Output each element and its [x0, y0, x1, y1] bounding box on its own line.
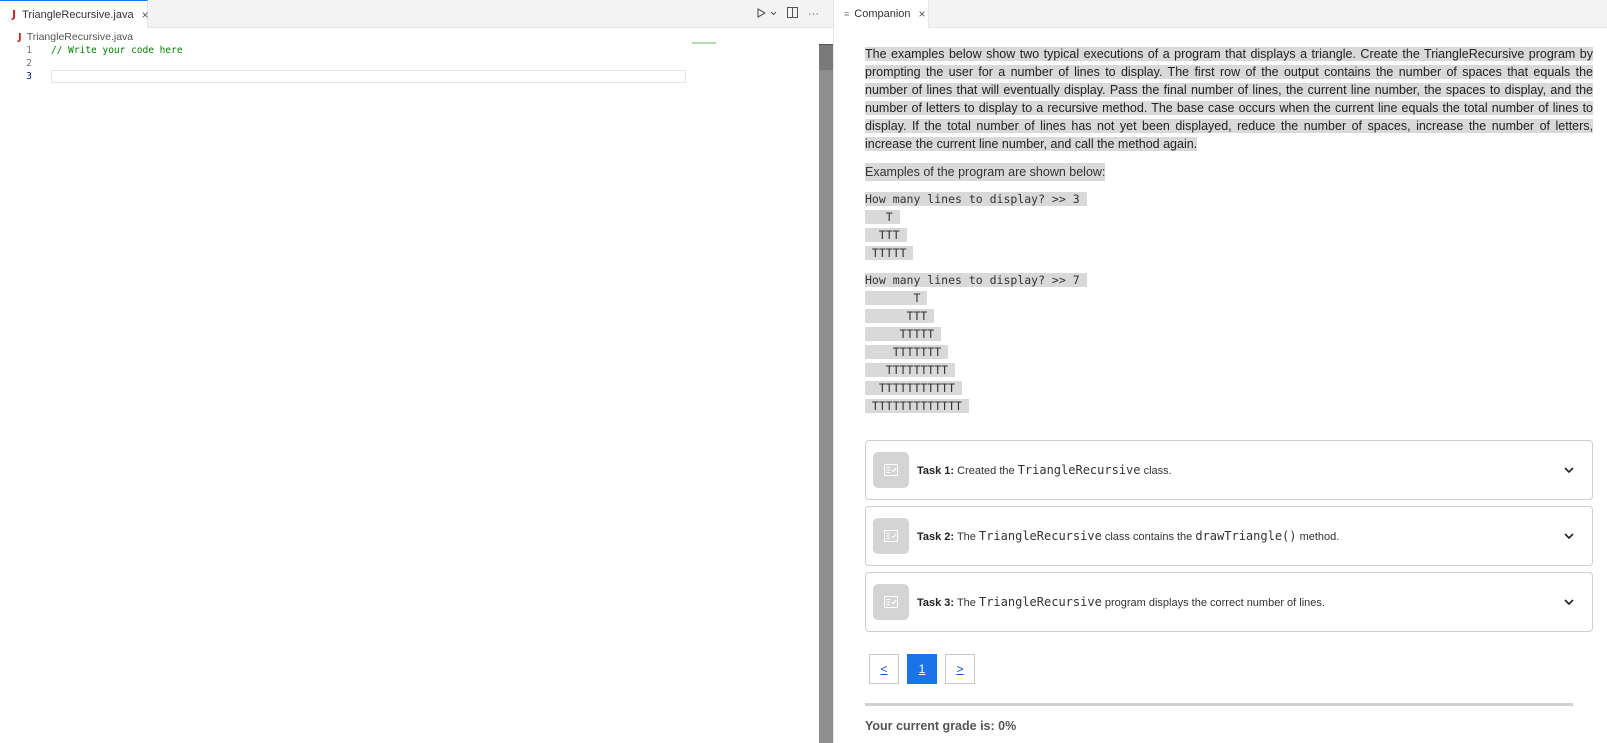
output-line: How many lines to display? >> 3 — [865, 192, 1087, 206]
java-file-icon: J — [12, 8, 17, 21]
checklist-icon — [873, 518, 909, 554]
more-actions-icon[interactable]: ··· — [808, 8, 819, 20]
checklist-icon — [873, 584, 909, 620]
output-line: T — [865, 210, 900, 224]
code-editor-pane: J TriangleRecursive.java × ··· J Triangl… — [0, 0, 833, 743]
output-line: How many lines to display? >> 7 — [865, 273, 1087, 287]
task-card-3[interactable]: Task 3: The TriangleRecursive program di… — [865, 572, 1593, 632]
tab-companion[interactable]: ≡ Companion × — [834, 0, 929, 28]
divider — [865, 703, 1573, 706]
prev-page-button[interactable]: < — [869, 654, 899, 684]
checklist-icon — [873, 452, 909, 488]
close-icon[interactable]: × — [142, 8, 149, 22]
output-line: TTTTT — [865, 246, 914, 260]
line-number: 2 — [26, 58, 32, 69]
chevron-down-icon[interactable] — [1554, 463, 1584, 477]
chevron-down-icon[interactable] — [1554, 595, 1584, 609]
java-file-icon: J — [18, 31, 22, 43]
code-line[interactable] — [51, 57, 686, 70]
preview-icon: ≡ — [844, 9, 850, 19]
run-icon[interactable] — [756, 7, 767, 21]
output-line: TTTTTTTTTTT — [865, 381, 962, 395]
examples-label: Examples of the program are shown below: — [865, 163, 1106, 181]
instructions: The examples below show two typical exec… — [865, 45, 1593, 415]
editor-actions: ··· — [756, 0, 819, 28]
task-description: Task 1: Created the TriangleRecursive cl… — [917, 463, 1172, 477]
companion-tab-bar: ≡ Companion × — [834, 0, 1607, 28]
output-line: TTT — [865, 228, 907, 242]
tab-label: Companion — [854, 8, 911, 20]
close-icon[interactable]: × — [919, 7, 926, 21]
line-number-gutter: 1 2 3 — [0, 44, 36, 83]
chevron-down-icon[interactable] — [1554, 529, 1584, 543]
output-line: TTT — [865, 309, 935, 323]
intro-paragraph: The examples below show two typical exec… — [865, 45, 1593, 153]
output-line: TTTTTTT — [865, 345, 949, 359]
output-line: TTTTT — [865, 327, 942, 341]
task-card-1[interactable]: Task 1: Created the TriangleRecursive cl… — [865, 440, 1593, 500]
line-number: 1 — [26, 45, 32, 56]
next-page-button[interactable]: > — [945, 654, 975, 684]
task-description: Task 2: The TriangleRecursive class cont… — [917, 529, 1340, 543]
task-description: Task 3: The TriangleRecursive program di… — [917, 595, 1325, 609]
breadcrumb[interactable]: J TriangleRecursive.java — [18, 29, 133, 45]
output-line: TTTTTTTTT — [865, 363, 956, 377]
editor-tab-bar: J TriangleRecursive.java × ··· — [0, 0, 833, 28]
app-root: J TriangleRecursive.java × ··· J Triangl… — [0, 0, 1607, 743]
breadcrumb-file[interactable]: TriangleRecursive.java — [27, 31, 133, 43]
scrollbar-thumb[interactable] — [819, 44, 833, 70]
output-line: T — [865, 291, 928, 305]
companion-pane: ≡ Companion × The examples below show tw… — [833, 0, 1607, 743]
pagination: < 1 > — [869, 654, 975, 684]
example-output-1: How many lines to display? >> 3 T TTT TT… — [865, 190, 1593, 262]
page-1-button[interactable]: 1 — [907, 654, 937, 684]
example-output-2: How many lines to display? >> 7 T TTT TT… — [865, 271, 1593, 415]
chevron-down-icon[interactable] — [770, 8, 777, 20]
task-card-2[interactable]: Task 2: The TriangleRecursive class cont… — [865, 506, 1593, 566]
split-editor-icon[interactable] — [787, 7, 798, 21]
intro-text: The examples below show two typical exec… — [865, 47, 1593, 151]
tab-label: TriangleRecursive.java — [22, 8, 134, 21]
minimap[interactable] — [692, 42, 716, 44]
vertical-scrollbar[interactable] — [819, 44, 833, 743]
output-line: TTTTTTTTTTTTT — [865, 399, 969, 413]
tab-trianglerecursive-java[interactable]: J TriangleRecursive.java × — [0, 0, 149, 28]
current-grade: Your current grade is: 0% — [865, 719, 1017, 733]
code-line[interactable]: // Write your code here — [51, 44, 686, 57]
line-number: 3 — [26, 71, 32, 82]
code-line[interactable] — [51, 70, 686, 83]
code-area[interactable]: // Write your code here — [51, 44, 686, 83]
